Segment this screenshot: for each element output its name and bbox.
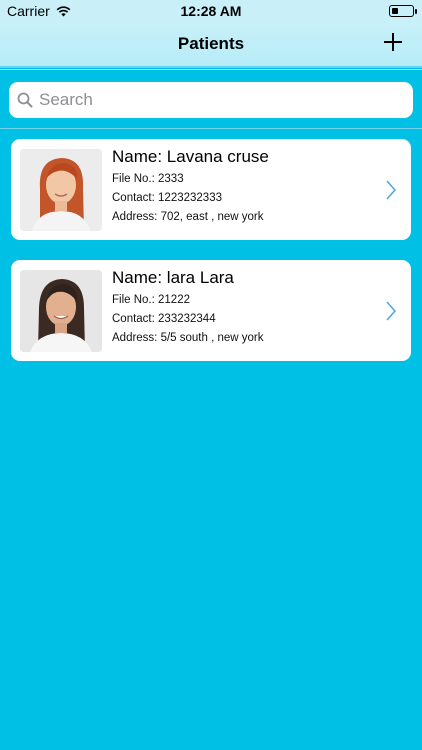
patient-avatar [20,270,102,352]
chevron-right-icon [386,180,397,200]
patient-card[interactable]: Name: lara Lara File No.: 21222 Contact:… [11,260,411,361]
navigation-bar: Patients [0,22,422,66]
patient-name: Name: Lavana cruse [112,147,269,166]
patient-file-no: File No.: 21222 [112,294,190,306]
nav-divider-thin [0,69,422,70]
search-bar[interactable] [9,82,413,118]
clock: 12:28 AM [180,3,242,19]
patient-address: Address: 5/5 south , new york [112,332,264,344]
status-bar: Carrier 12:28 AM [0,0,422,22]
plus-icon[interactable] [382,31,404,53]
page-title: Patients [177,34,245,53]
search-input[interactable] [39,86,399,114]
nav-divider [0,66,422,68]
search-icon [17,92,33,108]
patient-name: Name: lara Lara [112,268,234,287]
woman-dark-hair-photo [20,270,102,352]
battery-icon [389,5,417,17]
chevron-right-icon [386,301,397,321]
patient-contact: Contact: 233232344 [112,313,216,325]
patient-file-no: File No.: 2333 [112,173,184,185]
patient-card[interactable]: Name: Lavana cruse File No.: 2333 Contac… [11,139,411,240]
patient-contact: Contact: 1223232333 [112,192,222,204]
patient-avatar [20,149,102,231]
patient-address: Address: 702, east , new york [112,211,264,223]
woman-red-hair-photo [20,149,102,231]
list-divider [0,128,422,129]
